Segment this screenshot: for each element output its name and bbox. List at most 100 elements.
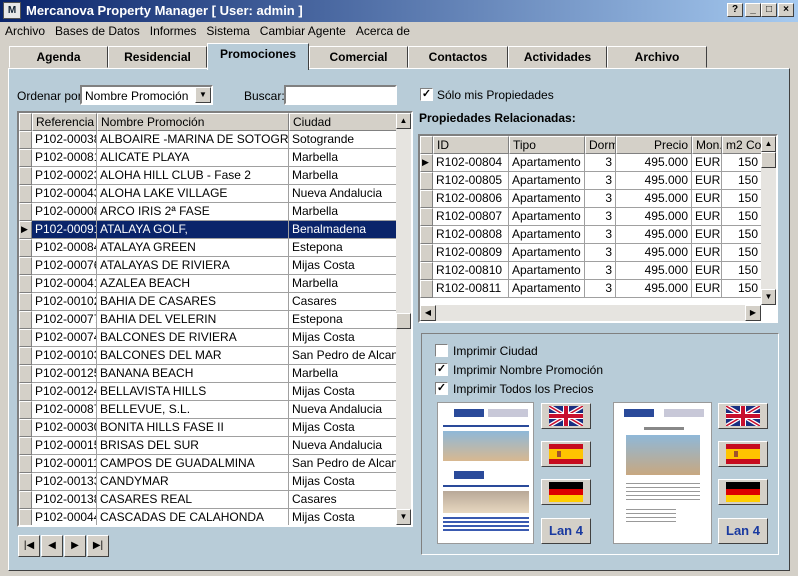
cell-dorm[interactable]: 3 <box>585 244 616 262</box>
menu-informes[interactable]: Informes <box>145 22 202 38</box>
cell-referencia[interactable]: P102-00008 <box>32 203 97 221</box>
cell-referencia[interactable]: P102-00030 <box>32 419 97 437</box>
cell-ciudad[interactable]: Nueva Andalucia <box>289 437 397 455</box>
cell-ciudad[interactable]: Mijas Costa <box>289 383 397 401</box>
row-indicator[interactable] <box>420 244 433 262</box>
cell-nombre[interactable]: BALCONES DEL MAR <box>97 347 289 365</box>
cell-referencia[interactable]: P102-00038 <box>32 131 97 149</box>
cell-m2[interactable]: 150 <box>722 280 762 298</box>
row-indicator[interactable] <box>19 401 32 419</box>
menu-cambiar-agente[interactable]: Cambiar Agente <box>255 22 351 38</box>
scroll-right-icon[interactable]: ▶ <box>745 305 761 321</box>
row-indicator[interactable] <box>19 131 32 149</box>
cell-ciudad[interactable]: Marbella <box>289 275 397 293</box>
scroll-up-icon[interactable]: ▲ <box>396 113 411 129</box>
cell-dorm[interactable]: 3 <box>585 262 616 280</box>
spain-flag-button[interactable] <box>541 441 591 467</box>
nav-first-button[interactable]: |◀ <box>18 535 40 557</box>
row-indicator[interactable] <box>420 208 433 226</box>
cell-nombre[interactable]: ATALAYA GREEN <box>97 239 289 257</box>
cell-precio[interactable]: 495.000 <box>616 244 692 262</box>
header-ciudad[interactable]: Ciudad <box>289 113 397 131</box>
cell-m2[interactable]: 150 <box>722 154 762 172</box>
cell-referencia[interactable]: P102-00015 <box>32 437 97 455</box>
row-indicator[interactable] <box>420 190 433 208</box>
cell-ciudad[interactable]: Marbella <box>289 167 397 185</box>
header-m2[interactable]: m2 Cons <box>722 136 762 154</box>
nav-last-button[interactable]: ▶| <box>87 535 109 557</box>
cell-precio[interactable]: 495.000 <box>616 172 692 190</box>
cell-ciudad[interactable]: Estepona <box>289 311 397 329</box>
row-indicator[interactable] <box>19 509 32 525</box>
cell-ciudad[interactable]: Marbella <box>289 365 397 383</box>
cell-referencia[interactable]: P102-00133 <box>32 473 97 491</box>
cell-mon[interactable]: EUR <box>692 280 722 298</box>
promotions-scrollbar[interactable]: ▲ ▼ <box>396 113 411 525</box>
menu-acerca-de[interactable]: Acerca de <box>351 22 415 38</box>
cell-nombre[interactable]: AZALEA BEACH <box>97 275 289 293</box>
cell-id[interactable]: R102-00808 <box>433 226 509 244</box>
cell-nombre[interactable]: ALBOAIRE -MARINA DE SOTOGRANDE <box>97 131 289 149</box>
search-input[interactable] <box>284 85 397 105</box>
nav-prev-button[interactable]: ◀ <box>41 535 63 557</box>
scroll-left-icon[interactable]: ◀ <box>420 305 436 321</box>
cell-tipo[interactable]: Apartamento <box>509 208 585 226</box>
row-indicator[interactable] <box>19 185 32 203</box>
cell-precio[interactable]: 495.000 <box>616 208 692 226</box>
cell-ciudad[interactable]: Mijas Costa <box>289 419 397 437</box>
cell-referencia[interactable]: P102-00023 <box>32 167 97 185</box>
cell-ciudad[interactable]: Casares <box>289 491 397 509</box>
cell-m2[interactable]: 150 <box>722 172 762 190</box>
row-indicator[interactable] <box>420 226 433 244</box>
cell-nombre[interactable]: ATALAYA GOLF, <box>97 221 289 239</box>
cell-nombre[interactable]: BELLEVUE, S.L. <box>97 401 289 419</box>
header-dorm[interactable]: Dorm. <box>585 136 616 154</box>
row-indicator[interactable] <box>19 149 32 167</box>
cell-nombre[interactable]: BONITA HILLS FASE II <box>97 419 289 437</box>
cell-ciudad[interactable]: Mijas Costa <box>289 329 397 347</box>
scroll-thumb[interactable] <box>396 313 411 329</box>
cell-m2[interactable]: 150 <box>722 208 762 226</box>
cell-tipo[interactable]: Apartamento <box>509 280 585 298</box>
tab-agenda[interactable]: Agenda <box>9 46 108 68</box>
cell-precio[interactable]: 495.000 <box>616 190 692 208</box>
sort-select[interactable]: Nombre Promoción ▼ <box>80 85 213 105</box>
cell-ciudad[interactable]: Casares <box>289 293 397 311</box>
row-indicator[interactable] <box>19 473 32 491</box>
row-indicator[interactable] <box>19 365 32 383</box>
tab-contactos[interactable]: Contactos <box>408 46 508 68</box>
cell-ciudad[interactable]: Mijas Costa <box>289 509 397 525</box>
cell-dorm[interactable]: 3 <box>585 280 616 298</box>
lan4-button[interactable]: Lan 4 <box>718 518 768 544</box>
cell-dorm[interactable]: 3 <box>585 208 616 226</box>
cell-referencia[interactable]: P102-00041 <box>32 275 97 293</box>
menu-sistema[interactable]: Sistema <box>201 22 254 38</box>
cell-nombre[interactable]: BAHIA DE CASARES <box>97 293 289 311</box>
cell-nombre[interactable]: ATALAYAS DE RIVIERA <box>97 257 289 275</box>
row-indicator[interactable] <box>19 293 32 311</box>
related-grid[interactable]: ID Tipo Dorm. Precio Mon. m2 Cons ▶R102-… <box>418 134 778 323</box>
row-indicator[interactable] <box>420 280 433 298</box>
help-button[interactable]: ? <box>727 3 743 17</box>
cell-nombre[interactable]: CASCADAS DE CALAHONDA <box>97 509 289 525</box>
cell-mon[interactable]: EUR <box>692 262 722 280</box>
promotions-grid[interactable]: Referencia Nombre Promoción Ciudad P102-… <box>17 111 413 527</box>
tab-actividades[interactable]: Actividades <box>508 46 607 68</box>
app-icon[interactable]: M <box>3 2 21 19</box>
row-indicator[interactable] <box>19 275 32 293</box>
cell-tipo[interactable]: Apartamento <box>509 244 585 262</box>
related-hscrollbar[interactable]: ◀ ▶ <box>420 305 761 321</box>
cell-id[interactable]: R102-00809 <box>433 244 509 262</box>
header-id[interactable]: ID <box>433 136 509 154</box>
scroll-down-icon[interactable]: ▼ <box>761 289 776 305</box>
cell-tipo[interactable]: Apartamento <box>509 226 585 244</box>
scroll-up-icon[interactable]: ▲ <box>761 136 776 152</box>
row-indicator[interactable] <box>19 167 32 185</box>
menu-archivo[interactable]: Archivo <box>0 22 50 38</box>
germany-flag-button[interactable] <box>541 479 591 505</box>
scroll-thumb[interactable] <box>761 152 776 168</box>
tab-archivo[interactable]: Archivo <box>607 46 707 68</box>
cell-ciudad[interactable]: San Pedro de Alcantara <box>289 455 397 473</box>
cell-referencia[interactable]: P102-00103 <box>32 347 97 365</box>
cell-referencia[interactable]: P102-00102 <box>32 293 97 311</box>
